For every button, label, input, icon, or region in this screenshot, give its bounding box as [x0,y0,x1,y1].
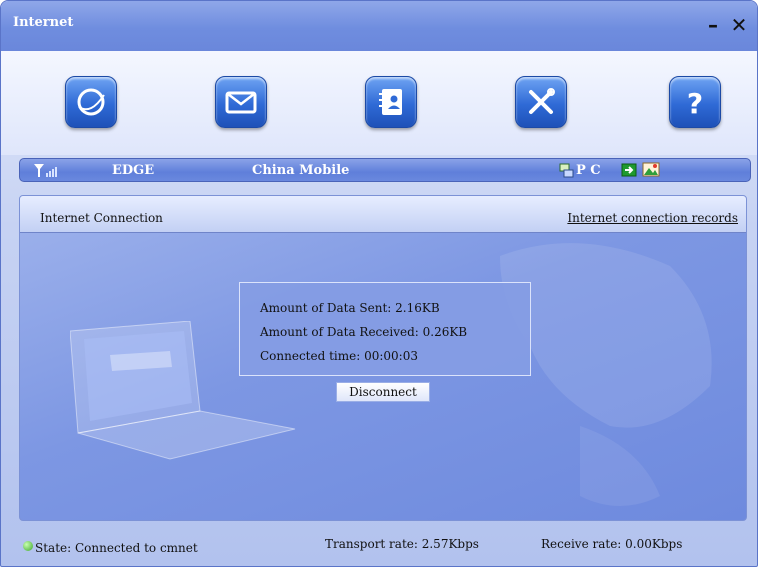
state-text: State: Connected to cmnet [35,541,198,555]
network-type: EDGE [112,163,155,178]
pc-connection-icon [558,162,574,182]
toolbar: ? [1,51,757,155]
svg-text:?: ? [687,87,703,119]
connection-stats-box: Amount of Data Sent: 2.16KB Amount of Da… [239,282,531,376]
bottom-status-bar: State: Connected to cmnet Transport rate… [19,531,747,561]
address-book-icon [379,89,402,115]
window-title: Internet [13,15,74,30]
connection-status-bar: EDGE China Mobile P C [19,158,751,182]
connected-status-icon [23,541,33,551]
disconnect-button[interactable]: Disconnect [336,382,430,402]
internet-window: Internet – ✕ ? EDGE China Mobile P C Int… [0,0,758,567]
title-bar[interactable]: Internet – ✕ [1,1,757,51]
close-icon: ✕ [730,13,748,37]
internet-connection-panel: Internet Connection Internet connection … [19,195,747,521]
close-button[interactable]: ✕ [729,15,749,37]
transport-rate-text: Transport rate: 2.57Kbps [325,537,479,551]
panel-header: Internet Connection Internet connection … [20,196,746,233]
picture-icon[interactable] [642,162,660,182]
minimize-icon: – [708,13,718,37]
connection-records-link[interactable]: Internet connection records [567,211,738,225]
contacts-button[interactable] [365,76,417,128]
carrier-name: China Mobile [252,163,350,178]
help-button[interactable]: ? [669,76,721,128]
envelope-icon [225,91,257,114]
messages-button[interactable] [215,76,267,128]
sim-card-icon[interactable] [621,162,637,182]
receive-rate-text: Receive rate: 0.00Kbps [541,537,683,551]
tools-icon [529,88,555,114]
minimize-button[interactable]: – [703,15,723,37]
signal-strength-icon [32,162,58,182]
globe-icon [77,88,105,116]
connected-time-text: Connected time: 00:00:03 [260,349,418,363]
pc-label: P C [576,163,601,178]
panel-title: Internet Connection [40,211,163,225]
internet-button[interactable] [65,76,117,128]
settings-button[interactable] [515,76,567,128]
data-received-text: Amount of Data Received: 0.26KB [260,325,468,339]
help-icon: ? [687,87,703,119]
data-sent-text: Amount of Data Sent: 2.16KB [260,301,440,315]
